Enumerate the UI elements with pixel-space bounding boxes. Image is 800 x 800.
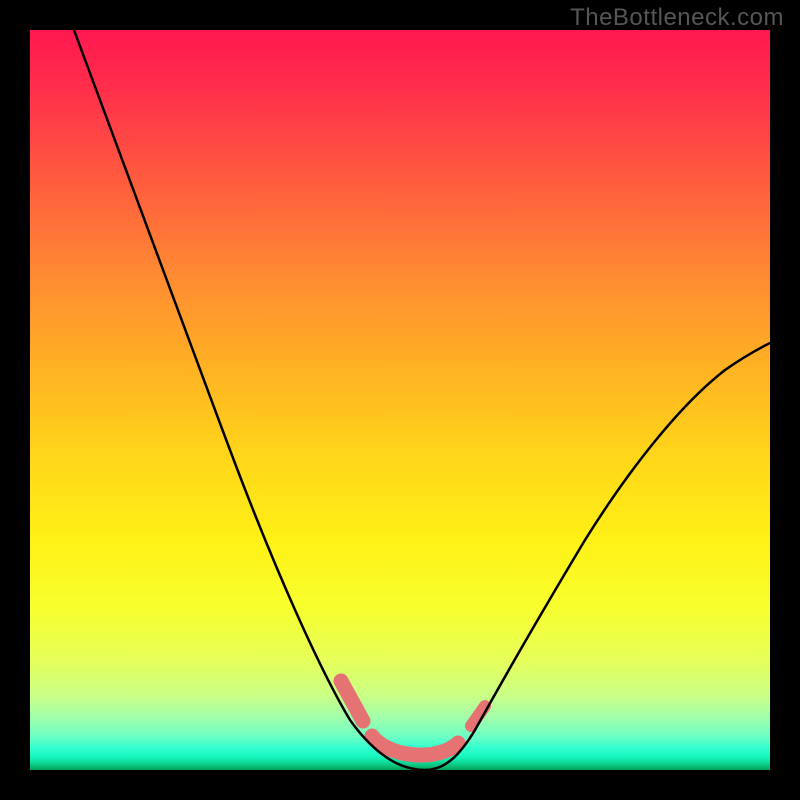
- curve-layer: [30, 30, 770, 770]
- highlight-band-floor: [372, 736, 458, 755]
- chart-container: TheBottleneck.com: [0, 0, 800, 800]
- watermark-text: TheBottleneck.com: [570, 4, 784, 32]
- highlight-band-left: [341, 681, 363, 721]
- bottleneck-curve: [74, 30, 770, 770]
